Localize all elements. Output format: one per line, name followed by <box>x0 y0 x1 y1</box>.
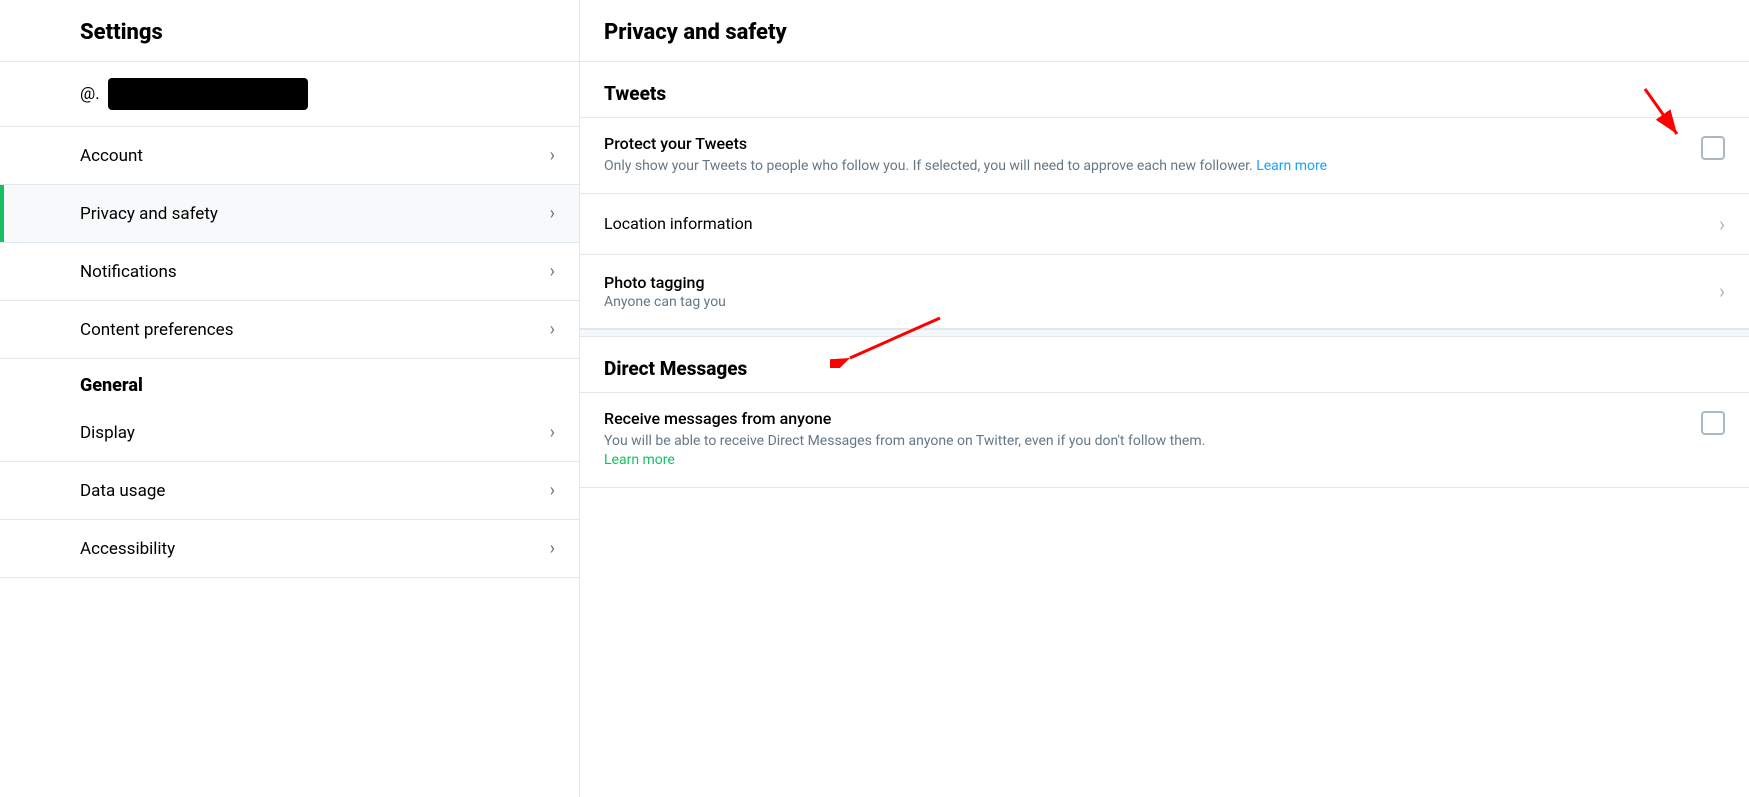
photo-tagging-text: Photo tagging Anyone can tag you <box>604 273 726 310</box>
sidebar-item-display[interactable]: Display › <box>0 404 579 462</box>
sidebar-item-accessibility-label: Accessibility <box>80 539 175 559</box>
main-content: Privacy and safety Tweets Protect your T… <box>580 0 1749 797</box>
sidebar-item-content-preferences[interactable]: Content preferences › <box>0 301 579 359</box>
chevron-right-icon: › <box>550 319 555 340</box>
username-at-symbol: @. <box>80 84 100 104</box>
section-divider <box>580 329 1749 337</box>
sidebar-item-account-label: Account <box>80 146 143 166</box>
username-redacted <box>108 78 308 110</box>
photo-tagging-sublabel: Anyone can tag you <box>604 294 726 310</box>
chevron-right-icon: › <box>550 261 555 282</box>
location-information-label: Location information <box>604 214 753 233</box>
chevron-right-icon: › <box>550 422 555 443</box>
red-arrow-photo-annotation <box>830 313 950 368</box>
photo-tagging-label: Photo tagging <box>604 273 726 292</box>
sidebar-item-privacy-safety[interactable]: Privacy and safety › <box>0 185 579 243</box>
protect-tweets-desc: Only show your Tweets to people who foll… <box>604 157 1681 177</box>
sidebar-item-data-usage-label: Data usage <box>80 481 165 501</box>
receive-messages-text: Receive messages from anyone You will be… <box>604 409 1701 471</box>
page-title: Privacy and safety <box>580 0 1749 62</box>
sidebar-general-header: General <box>0 359 579 404</box>
receive-messages-label: Receive messages from anyone <box>604 409 1681 428</box>
receive-messages-item: Receive messages from anyone You will be… <box>580 393 1749 488</box>
sidebar-item-content-preferences-label: Content preferences <box>80 320 233 340</box>
protect-tweets-checkbox[interactable] <box>1701 136 1725 160</box>
red-arrow-checkbox-annotation <box>1635 84 1695 144</box>
sidebar-item-account[interactable]: Account › <box>0 127 579 185</box>
chevron-right-icon: › <box>550 203 555 224</box>
sidebar-item-notifications[interactable]: Notifications › <box>0 243 579 301</box>
sidebar-username: @. <box>0 62 579 127</box>
chevron-right-icon: › <box>1719 279 1725 303</box>
receive-messages-learn-more-link[interactable]: Learn more <box>604 452 675 468</box>
protect-tweets-item: Protect your Tweets Only show your Tweet… <box>580 118 1749 194</box>
receive-messages-checkbox[interactable] <box>1701 411 1725 435</box>
protect-tweets-learn-more-link[interactable]: Learn more <box>1256 158 1327 174</box>
chevron-right-icon: › <box>1719 212 1725 236</box>
sidebar-item-privacy-safety-label: Privacy and safety <box>80 204 218 224</box>
direct-messages-section-title: Direct Messages <box>580 337 1749 393</box>
sidebar-item-display-label: Display <box>80 423 135 443</box>
sidebar-item-accessibility[interactable]: Accessibility › <box>0 520 579 578</box>
protect-tweets-label: Protect your Tweets <box>604 134 1681 153</box>
chevron-right-icon: › <box>550 145 555 166</box>
sidebar-title: Settings <box>0 0 579 62</box>
protect-tweets-text: Protect your Tweets Only show your Tweet… <box>604 134 1701 177</box>
sidebar-item-notifications-label: Notifications <box>80 262 177 282</box>
photo-tagging-item[interactable]: Photo tagging Anyone can tag you › <box>580 255 1749 329</box>
chevron-right-icon: › <box>550 480 555 501</box>
sidebar: Settings @. Account › Privacy and safety… <box>0 0 580 797</box>
receive-messages-desc: You will be able to receive Direct Messa… <box>604 432 1681 471</box>
chevron-right-icon: › <box>550 538 555 559</box>
sidebar-item-data-usage[interactable]: Data usage › <box>0 462 579 520</box>
location-information-item[interactable]: Location information › <box>580 194 1749 255</box>
tweets-section-title: Tweets <box>580 62 1749 118</box>
active-indicator <box>0 185 3 242</box>
